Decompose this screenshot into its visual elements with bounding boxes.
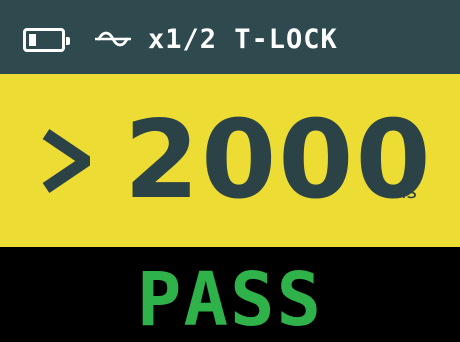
battery-level <box>29 34 36 46</box>
battery-low-icon <box>23 28 70 52</box>
result-status: PASS <box>136 257 324 342</box>
measurement-unit: ms <box>387 179 417 203</box>
ac-sine-wave-icon <box>95 31 131 47</box>
reading-panel: 2000 ms <box>0 74 460 247</box>
tester-display: x1/2 T-LOCK 2000 ms PASS <box>0 0 460 342</box>
status-bar: x1/2 T-LOCK <box>0 0 460 74</box>
greater-than-icon <box>42 129 90 193</box>
result-panel: PASS <box>0 247 460 342</box>
test-mode-label: x1/2 T-LOCK <box>148 24 338 55</box>
measurement-value: 2000 <box>124 98 433 223</box>
